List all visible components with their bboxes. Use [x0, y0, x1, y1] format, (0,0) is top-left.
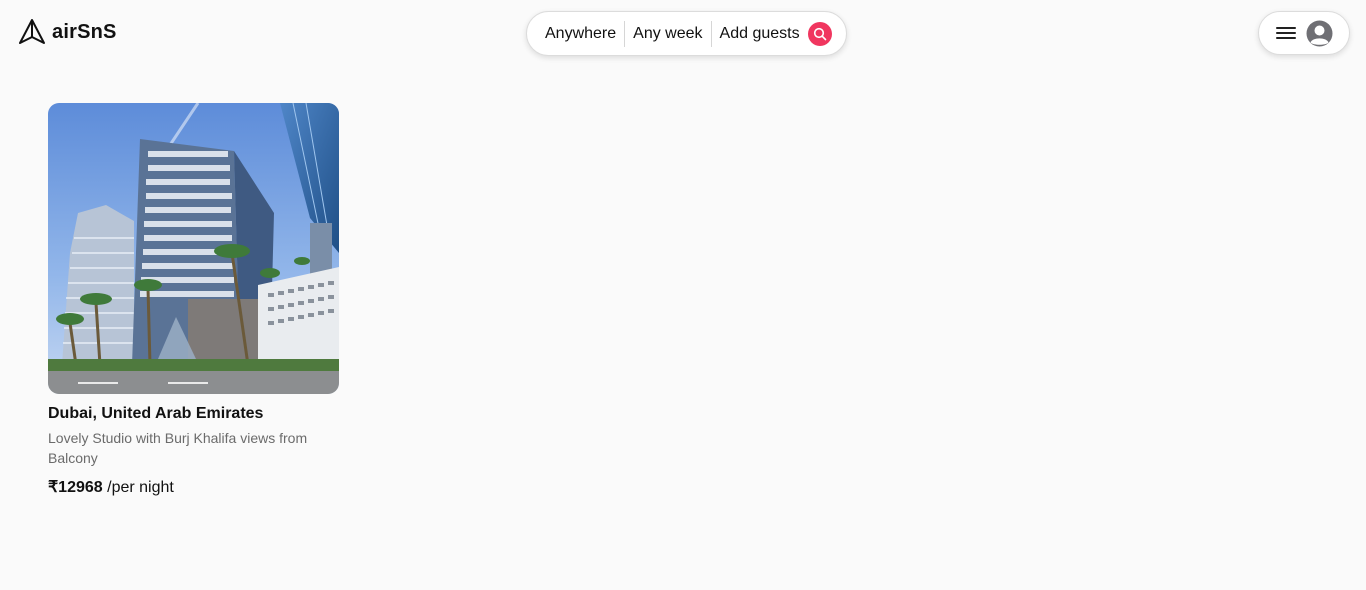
- search-when-button[interactable]: Any week: [625, 25, 710, 43]
- brand-logo[interactable]: airSnS: [18, 18, 117, 46]
- search-guests-button[interactable]: Add guests: [712, 25, 808, 43]
- search-bar[interactable]: Anywhere Any week Add guests: [526, 11, 847, 56]
- search-button[interactable]: [807, 21, 832, 46]
- paper-plane-icon: [19, 19, 45, 44]
- listing-price-unit: /per night: [107, 479, 174, 496]
- listing-location: Dubai, United Arab Emirates: [48, 405, 264, 422]
- listing-photo[interactable]: [48, 103, 339, 394]
- top-navbar: airSnS Anywhere Any week Add guests: [0, 0, 1366, 66]
- brand-name: airSnS: [52, 20, 117, 43]
- listing-card[interactable]: Dubai, United Arab Emirates Lovely Studi…: [48, 103, 339, 497]
- hamburger-menu-icon: [1275, 27, 1296, 39]
- user-avatar-icon: [1306, 20, 1332, 46]
- search-where-button[interactable]: Anywhere: [537, 25, 624, 43]
- listing-price-line: ₹12968 /per night: [48, 477, 339, 497]
- user-menu-button[interactable]: [1258, 11, 1350, 55]
- listing-description: Lovely Studio with Burj Khalifa views fr…: [48, 430, 308, 466]
- listing-price: ₹12968: [48, 479, 103, 496]
- search-icon: [813, 27, 826, 40]
